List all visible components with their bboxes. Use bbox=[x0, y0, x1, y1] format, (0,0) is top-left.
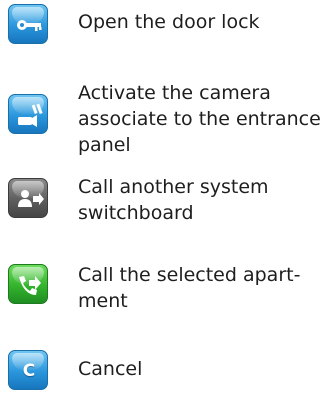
camera-label: Activate the camera associate to the ent… bbox=[78, 82, 321, 156]
camera-icon bbox=[18, 103, 43, 127]
camera-button[interactable] bbox=[8, 94, 48, 134]
apartment-label: Call the selected apart-ment bbox=[78, 264, 301, 312]
cancel-label: Cancel bbox=[78, 358, 143, 380]
cancel-icon: C bbox=[22, 361, 36, 381]
phone-call-icon bbox=[19, 276, 41, 295]
apartment-call-button[interactable] bbox=[8, 264, 48, 304]
door-lock-button[interactable] bbox=[8, 4, 48, 44]
switchboard-call-icon bbox=[18, 190, 44, 207]
switchboard-call-button[interactable] bbox=[8, 178, 48, 218]
door-lock-label: Open the door lock bbox=[78, 11, 260, 33]
switchboard-label: Call another system switchboard bbox=[78, 176, 269, 224]
cancel-button[interactable]: C bbox=[8, 350, 48, 390]
key-icon bbox=[17, 20, 42, 31]
button-legend: Open the door lock Activate the camera a… bbox=[0, 0, 334, 399]
